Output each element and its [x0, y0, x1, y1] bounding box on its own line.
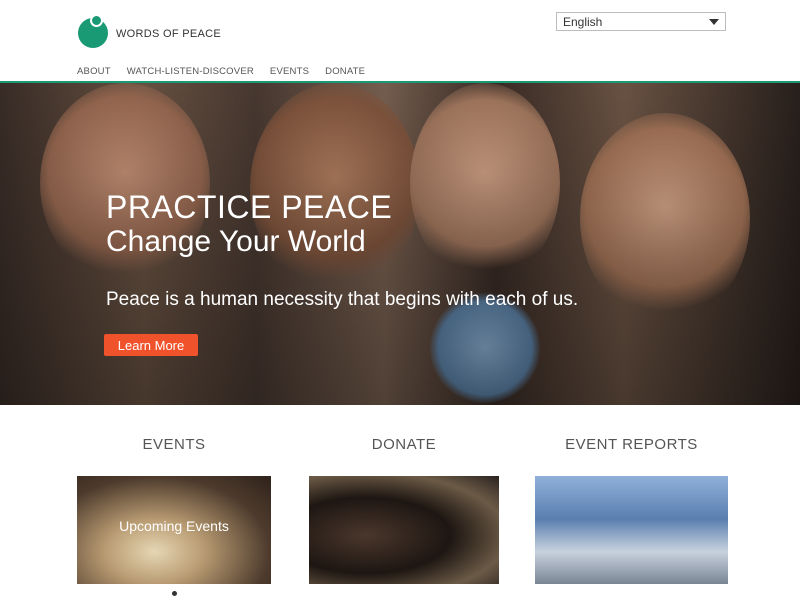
carousel-dot[interactable]: [172, 591, 177, 596]
events-thumbnail[interactable]: Upcoming Events: [77, 476, 271, 584]
donate-heading: DONATE: [371, 436, 437, 453]
site-logo[interactable]: WORDS OF PEACE: [78, 14, 221, 48]
hero-tagline: Peace is a human necessity that begins w…: [106, 289, 579, 310]
nav-item-events[interactable]: EVENTS: [270, 66, 309, 77]
hero-subtitle: Change Your World: [106, 225, 366, 258]
event-reports-section: EVENT REPORTS: [535, 436, 728, 584]
donate-section: DONATE: [309, 436, 499, 584]
nav-item-about[interactable]: ABOUT: [77, 66, 111, 77]
event-reports-thumbnail[interactable]: [535, 476, 728, 584]
main-nav: ABOUT WATCH-LISTEN-DISCOVER EVENTS DONAT…: [77, 66, 365, 77]
learn-more-button[interactable]: Learn More: [104, 334, 198, 356]
upcoming-events-label: Upcoming Events: [119, 518, 229, 534]
site-header: WORDS OF PEACE English ABOUT WATCH-LISTE…: [0, 0, 800, 83]
donate-thumbnail[interactable]: [309, 476, 499, 584]
language-select[interactable]: English: [556, 12, 726, 31]
chevron-down-icon: [709, 19, 719, 25]
events-heading: EVENTS: [142, 436, 206, 453]
hero-banner: PRACTICE PEACE Change Your World Peace i…: [0, 83, 800, 405]
nav-item-watch-listen-discover[interactable]: WATCH-LISTEN-DISCOVER: [127, 66, 254, 77]
hero-title: PRACTICE PEACE: [106, 189, 393, 225]
logo-text: WORDS OF PEACE: [116, 28, 222, 40]
events-section: EVENTS Upcoming Events: [77, 436, 271, 584]
logo-icon: [78, 14, 110, 48]
event-reports-heading: EVENT REPORTS: [565, 436, 698, 453]
language-selected: English: [563, 15, 603, 29]
nav-item-donate[interactable]: DONATE: [325, 66, 365, 77]
